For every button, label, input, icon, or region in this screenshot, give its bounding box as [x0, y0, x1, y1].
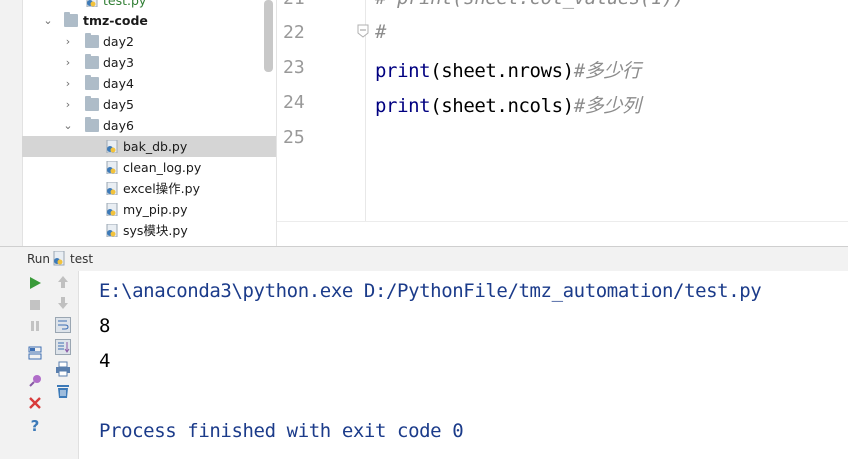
code-line: print(sheet.nrows)#多少行	[375, 56, 641, 83]
code-keyword: print	[375, 60, 431, 82]
chevron-down-icon[interactable]: ⌄	[42, 10, 54, 31]
chevron-right-icon[interactable]: ›	[62, 31, 74, 52]
console-line-exit-status: Process finished with exit code 0	[99, 420, 464, 442]
run-label: Run	[27, 252, 51, 266]
tree-item-sys-py[interactable]: sys模块.py	[22, 220, 276, 241]
run-config-tab[interactable]: test	[70, 247, 93, 271]
tree-item-my-pip-py[interactable]: my_pip.py	[22, 199, 276, 220]
tree-item-tmz-code[interactable]: ⌄ tmz-code	[22, 10, 276, 31]
project-tool-gutter	[0, 0, 23, 246]
svg-text:?: ?	[31, 417, 40, 433]
tree-item-excel-py[interactable]: excel操作.py	[22, 178, 276, 199]
folder-icon	[64, 12, 78, 27]
console-line-output: 8	[99, 315, 111, 337]
line-number: 25	[283, 127, 305, 148]
code-keyword: print	[375, 95, 431, 117]
stop-icon[interactable]	[27, 297, 43, 313]
print-icon[interactable]	[55, 361, 71, 377]
python-file-icon	[106, 160, 118, 175]
close-icon[interactable]	[27, 395, 43, 411]
restore-layout-icon[interactable]	[27, 345, 43, 361]
tree-item-label: bak_db.py	[123, 139, 188, 154]
project-tree-panel: test.py ⌄ tmz-code › day2 › day3 › day4 …	[0, 0, 276, 246]
tree-item-label: sys模块.py	[123, 223, 188, 238]
python-file-icon	[53, 251, 65, 266]
fold-marker-icon[interactable]	[357, 24, 369, 38]
python-file-icon	[106, 202, 118, 217]
arrow-down-icon[interactable]	[55, 295, 71, 311]
soft-wrap-icon[interactable]	[55, 317, 71, 333]
tree-item-label: tmz-code	[83, 13, 148, 28]
tree-item-bak-db-py[interactable]: bak_db.py	[22, 136, 276, 157]
code-comment: # print(sheet.col_values(1))	[375, 0, 684, 9]
line-number: 22	[283, 22, 305, 43]
run-tool-window-header: Run test	[0, 246, 848, 272]
folder-icon	[85, 75, 99, 90]
tree-item-label: clean_log.py	[123, 160, 202, 175]
folder-icon	[85, 117, 99, 132]
chevron-right-icon[interactable]: ›	[62, 94, 74, 115]
console-line-output: 4	[99, 350, 111, 372]
python-file-icon	[86, 0, 98, 8]
tree-item-day5[interactable]: › day5	[22, 94, 276, 115]
tree-item-day4[interactable]: › day4	[22, 73, 276, 94]
tree-item-day2[interactable]: › day2	[22, 31, 276, 52]
python-file-icon	[106, 139, 118, 154]
folder-icon	[85, 96, 99, 111]
chevron-down-icon[interactable]: ⌄	[62, 115, 74, 136]
tree-item-clean-log-py[interactable]: clean_log.py	[22, 157, 276, 178]
code-comment: #多少行	[573, 60, 641, 82]
arrow-up-icon[interactable]	[55, 274, 71, 290]
scroll-to-end-icon[interactable]	[55, 339, 71, 355]
tree-item-label: excel操作.py	[123, 181, 200, 196]
tree-item-label: my_pip.py	[123, 202, 188, 217]
editor-bottom-strip	[277, 221, 848, 246]
code-text: (sheet.nrows)	[430, 60, 574, 82]
rerun-icon[interactable]	[27, 275, 43, 291]
trash-icon[interactable]	[55, 383, 71, 399]
tree-item-day3[interactable]: › day3	[22, 52, 276, 73]
line-number: 24	[283, 92, 305, 113]
line-number: 21	[283, 0, 307, 9]
line-number: 23	[283, 57, 305, 78]
project-scrollbar[interactable]	[264, 0, 273, 72]
tree-item-label: day5	[103, 97, 134, 112]
folder-icon	[85, 33, 99, 48]
tree-item-label: day4	[103, 76, 134, 91]
code-text: (sheet.ncols)	[430, 95, 574, 117]
tree-item-label: day2	[103, 34, 134, 49]
folder-icon	[85, 54, 99, 69]
help-icon[interactable]: ?	[27, 417, 43, 433]
tree-item-label: day3	[103, 55, 134, 70]
chevron-right-icon[interactable]: ›	[62, 73, 74, 94]
pause-icon[interactable]	[27, 318, 43, 334]
tree-item-label: day6	[103, 118, 134, 133]
code-comment: #	[375, 21, 387, 43]
run-toolbar: ?	[0, 271, 78, 459]
pin-icon[interactable]	[27, 373, 43, 389]
code-line: print(sheet.ncols)#多少列	[375, 91, 641, 118]
tree-item-day6[interactable]: ⌄ day6	[22, 115, 276, 136]
run-console-output[interactable]: E:\anaconda3\python.exe D:/PythonFile/tm…	[78, 271, 848, 459]
python-file-icon	[106, 181, 118, 196]
chevron-right-icon[interactable]: ›	[62, 52, 74, 73]
python-file-icon	[106, 223, 118, 238]
console-line-command: E:\anaconda3\python.exe D:/PythonFile/tm…	[99, 280, 762, 302]
code-comment: #多少列	[573, 95, 641, 117]
code-editor[interactable]: 21 # print(sheet.col_values(1)) 22 # 23 …	[276, 0, 848, 246]
